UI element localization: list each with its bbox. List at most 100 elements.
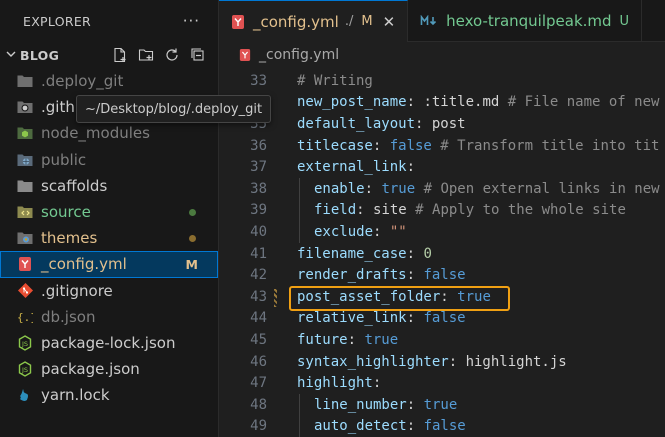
explorer-sidebar: EXPLORER ··· BLOG .deploy_git .github no… bbox=[0, 0, 219, 437]
code-line[interactable]: 47 highlight: bbox=[219, 372, 665, 394]
yarn-icon bbox=[16, 386, 34, 404]
tree-item-source[interactable]: source bbox=[0, 199, 218, 225]
code-content: future: true bbox=[297, 332, 398, 348]
svg-text:JS: JS bbox=[21, 340, 28, 348]
code-token: # File name of new bbox=[499, 94, 660, 111]
modified-line-gutter-marker bbox=[274, 289, 277, 307]
tree-item-gitignore[interactable]: .gitignore bbox=[0, 278, 218, 304]
code-line[interactable]: 42 render_drafts: false bbox=[219, 264, 665, 286]
folder-icon bbox=[16, 177, 34, 195]
tree-item-package-lock-json[interactable]: JS package-lock.json bbox=[0, 330, 218, 356]
code-token: true bbox=[457, 288, 491, 305]
code-line[interactable]: 39 field: site # Apply to the whole site bbox=[219, 199, 665, 222]
code-editor[interactable]: 33 # Writing 34new_post_name: :title.md # … bbox=[219, 70, 665, 437]
tree-item-scaffolds[interactable]: scaffolds bbox=[0, 173, 218, 199]
code-line[interactable]: 48 line_number: true bbox=[219, 393, 665, 416]
code-token: : bbox=[406, 94, 424, 111]
tab-title: _config.yml bbox=[253, 12, 339, 31]
public-folder-icon bbox=[16, 151, 34, 169]
collapse-all-icon[interactable] bbox=[188, 45, 208, 65]
code-token: : bbox=[406, 245, 424, 262]
code-line[interactable]: 34new_post_name: :title.md # File name o… bbox=[219, 92, 665, 114]
new-folder-icon[interactable] bbox=[136, 45, 156, 65]
code-token: post bbox=[431, 115, 466, 132]
breadcrumb[interactable]: _config.yml bbox=[219, 42, 665, 68]
yaml-icon bbox=[16, 255, 34, 273]
code-token: highlight bbox=[297, 375, 373, 392]
explorer-title: EXPLORER bbox=[23, 13, 92, 29]
code-token: enable bbox=[314, 180, 365, 197]
tree-item-yarn-lock[interactable]: yarn.lock bbox=[0, 382, 218, 408]
line-number: 37 bbox=[250, 159, 267, 176]
code-token: : bbox=[406, 396, 424, 413]
code-content: enable: true # Open external links in ne… bbox=[314, 181, 660, 197]
code-content: syntax_highlighter: highlight.js bbox=[297, 354, 567, 370]
line-number: 44 bbox=[250, 310, 267, 327]
tree-item-label: .deploy_git bbox=[41, 72, 124, 91]
tree-item-package-json[interactable]: JS package.json bbox=[0, 356, 218, 382]
code-content: # Writing bbox=[297, 73, 373, 89]
tab-title: hexo-tranquilpeak.md bbox=[446, 12, 612, 30]
tab-config-yml[interactable]: _config.yml ./ M ✕ bbox=[219, 0, 409, 42]
yaml-icon bbox=[231, 14, 245, 30]
code-content: highlight: bbox=[297, 375, 381, 391]
code-content: auto_detect: false bbox=[314, 418, 466, 434]
code-line[interactable]: 40 exclude: "" bbox=[219, 221, 665, 243]
code-content: external_link: bbox=[297, 159, 415, 175]
code-token: : bbox=[372, 137, 390, 154]
tree-item-db-json[interactable]: {.} db.json bbox=[0, 304, 218, 330]
source-folder-icon bbox=[16, 203, 34, 221]
code-line[interactable]: 45 future: true bbox=[219, 329, 665, 351]
code-token: # Open external links in new bbox=[415, 180, 660, 197]
code-token: field bbox=[314, 202, 357, 219]
code-content: field: site # Apply to the whole site bbox=[314, 202, 626, 218]
tree-item-label: scaffolds bbox=[41, 176, 108, 195]
more-actions-icon[interactable]: ··· bbox=[183, 12, 200, 30]
code-line[interactable]: 35 default_layout: post bbox=[219, 113, 665, 135]
tree-item-node-modules[interactable]: node_modules bbox=[0, 120, 218, 146]
code-line[interactable]: 38 enable: true # Open external links in … bbox=[219, 177, 665, 200]
code-line[interactable]: 44 relative_link: false bbox=[219, 308, 665, 330]
code-line[interactable]: 36 titlecase: false # Transform title int… bbox=[219, 135, 665, 157]
explorer-header: EXPLORER ··· bbox=[0, 0, 218, 42]
markdown-icon bbox=[420, 15, 438, 27]
tab-hexo-tranquilpeak-md[interactable]: hexo-tranquilpeak.md U bbox=[408, 0, 643, 42]
code-token: : bbox=[372, 375, 382, 392]
indent-guide bbox=[299, 199, 300, 222]
tree-item-public[interactable]: public bbox=[0, 147, 218, 173]
code-token: : bbox=[448, 353, 466, 370]
code-content: exclude: "" bbox=[314, 224, 407, 240]
folder-icon bbox=[16, 72, 34, 90]
code-line[interactable]: 43 post_asset_folder: true bbox=[219, 286, 665, 308]
new-file-icon[interactable] bbox=[110, 45, 130, 65]
code-token: # Writing bbox=[297, 72, 373, 89]
code-content: line_number: true bbox=[314, 397, 457, 413]
tree-item-label: db.json bbox=[41, 307, 96, 326]
code-line[interactable]: 49 auto_detect: false bbox=[219, 415, 665, 437]
refresh-icon[interactable] bbox=[162, 45, 182, 65]
code-token: : bbox=[406, 310, 424, 327]
code-content: render_drafts: false bbox=[297, 267, 466, 283]
line-number: 47 bbox=[250, 375, 267, 392]
tree-item-themes[interactable]: themes bbox=[0, 225, 218, 251]
indent-guide bbox=[299, 393, 300, 416]
code-line[interactable]: 41 filename_case: 0 bbox=[219, 243, 665, 265]
untracked-dot-icon bbox=[189, 208, 196, 216]
tree-item-config-yml[interactable]: _config.yml M bbox=[0, 251, 218, 278]
code-token: true bbox=[364, 331, 399, 348]
code-token: : bbox=[406, 418, 424, 435]
code-token: default_layout bbox=[297, 115, 416, 132]
code-line[interactable]: 46 syntax_highlighter: highlight.js bbox=[219, 351, 665, 373]
code-token: false bbox=[423, 310, 466, 327]
github-folder-icon bbox=[16, 98, 34, 116]
code-line[interactable]: 33 # Writing bbox=[219, 70, 665, 92]
code-line[interactable]: 37 external_link: bbox=[219, 156, 665, 178]
close-icon[interactable]: ✕ bbox=[383, 13, 396, 31]
code-token: line_number bbox=[314, 396, 407, 413]
workspace-section-header[interactable]: BLOG bbox=[0, 42, 218, 68]
tree-item-deploy-git[interactable]: .deploy_git bbox=[0, 68, 218, 94]
code-content: default_layout: post bbox=[297, 116, 466, 132]
code-token: auto_detect bbox=[314, 418, 407, 435]
line-number: 48 bbox=[250, 396, 267, 413]
code-token: : bbox=[356, 202, 374, 219]
